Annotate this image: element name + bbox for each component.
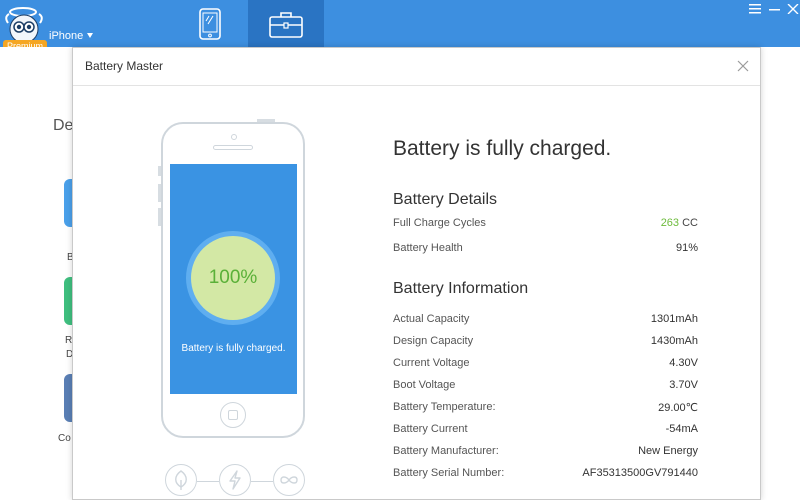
cycles-unit: CC	[682, 217, 698, 229]
info-value: 1430mAh	[650, 335, 698, 347]
phone-illustration: 100% Battery is fully charged.	[158, 119, 305, 438]
charging-modes	[165, 464, 305, 500]
info-row: Battery Current -54mA	[393, 423, 698, 439]
page-heading: De	[53, 117, 74, 134]
detail-label: Full Charge Cycles	[393, 217, 486, 229]
phone-side-button	[158, 208, 161, 226]
close-app-icon[interactable]	[782, 0, 800, 18]
info-value: New Energy	[638, 445, 698, 457]
detail-row-full-charge-cycles: Full Charge Cycles 263 CC	[393, 217, 698, 233]
info-row: Battery Serial Number: AF35313500GV79144…	[393, 467, 698, 483]
info-label: Battery Current	[393, 423, 468, 435]
phone-camera	[231, 134, 237, 140]
dialog-header: Battery Master	[73, 48, 760, 86]
battery-details-title: Battery Details	[393, 191, 498, 208]
toolbox-icon	[269, 11, 303, 38]
detail-row-battery-health: Battery Health 91%	[393, 242, 698, 258]
app-logo: Premium	[2, 3, 48, 53]
infinity-icon[interactable]	[273, 464, 305, 496]
phone-side-button	[158, 184, 161, 202]
home-button	[220, 402, 246, 428]
chevron-down-icon[interactable]	[87, 33, 93, 38]
menu-icon[interactable]	[744, 0, 766, 18]
info-row: Actual Capacity 1301mAh	[393, 313, 698, 329]
info-value: -54mA	[665, 423, 698, 435]
info-value: 3.70V	[669, 379, 698, 391]
info-label: Battery Temperature:	[393, 401, 496, 413]
info-label: Current Voltage	[393, 357, 470, 369]
main-status-heading: Battery is fully charged.	[393, 137, 612, 160]
device-selector[interactable]: iPhone	[49, 30, 83, 42]
info-value: AF35313500GV791440	[582, 467, 698, 479]
tab-device[interactable]	[172, 0, 248, 47]
info-value: 1301mAh	[650, 313, 698, 325]
health-value: 91%	[675, 242, 698, 254]
info-label: Design Capacity	[393, 335, 474, 347]
cycles-value: 263	[660, 217, 680, 229]
info-row: Battery Manufacturer: New Energy	[393, 445, 698, 461]
charge-percentage: 100%	[191, 236, 275, 320]
phone-screen: 100% Battery is fully charged.	[170, 164, 297, 394]
info-value: 29.00℃	[658, 402, 698, 414]
info-row: Current Voltage 4.30V	[393, 357, 698, 373]
phone-side-button	[158, 166, 161, 176]
info-label: Battery Serial Number:	[393, 467, 505, 479]
info-row: Boot Voltage 3.70V	[393, 379, 698, 395]
info-row: Design Capacity 1430mAh	[393, 335, 698, 351]
battery-master-dialog: Battery Master 100% Battery is fully cha…	[72, 47, 761, 500]
phone-speaker	[213, 145, 253, 150]
info-label: Battery Manufacturer:	[393, 445, 499, 457]
phone-top-button	[257, 119, 275, 122]
info-label: Actual Capacity	[393, 313, 470, 325]
lightning-icon[interactable]	[219, 464, 251, 496]
info-row: Battery Temperature: 29.00℃	[393, 401, 698, 417]
dialog-title: Battery Master	[85, 59, 164, 73]
detail-label: Battery Health	[393, 242, 463, 254]
close-icon[interactable]	[734, 57, 752, 75]
phone-device-icon	[199, 7, 221, 40]
app-topbar: Premium iPhone	[0, 0, 800, 52]
charge-ring: 100%	[186, 231, 280, 325]
tool-label: Co	[58, 433, 71, 444]
tab-toolbox[interactable]	[248, 0, 324, 47]
battery-information-title: Battery Information	[393, 280, 529, 297]
info-label: Boot Voltage	[393, 379, 456, 391]
screen-status-text: Battery is fully charged.	[181, 343, 286, 354]
leaf-icon[interactable]	[165, 464, 197, 496]
info-value: 4.30V	[669, 357, 698, 369]
